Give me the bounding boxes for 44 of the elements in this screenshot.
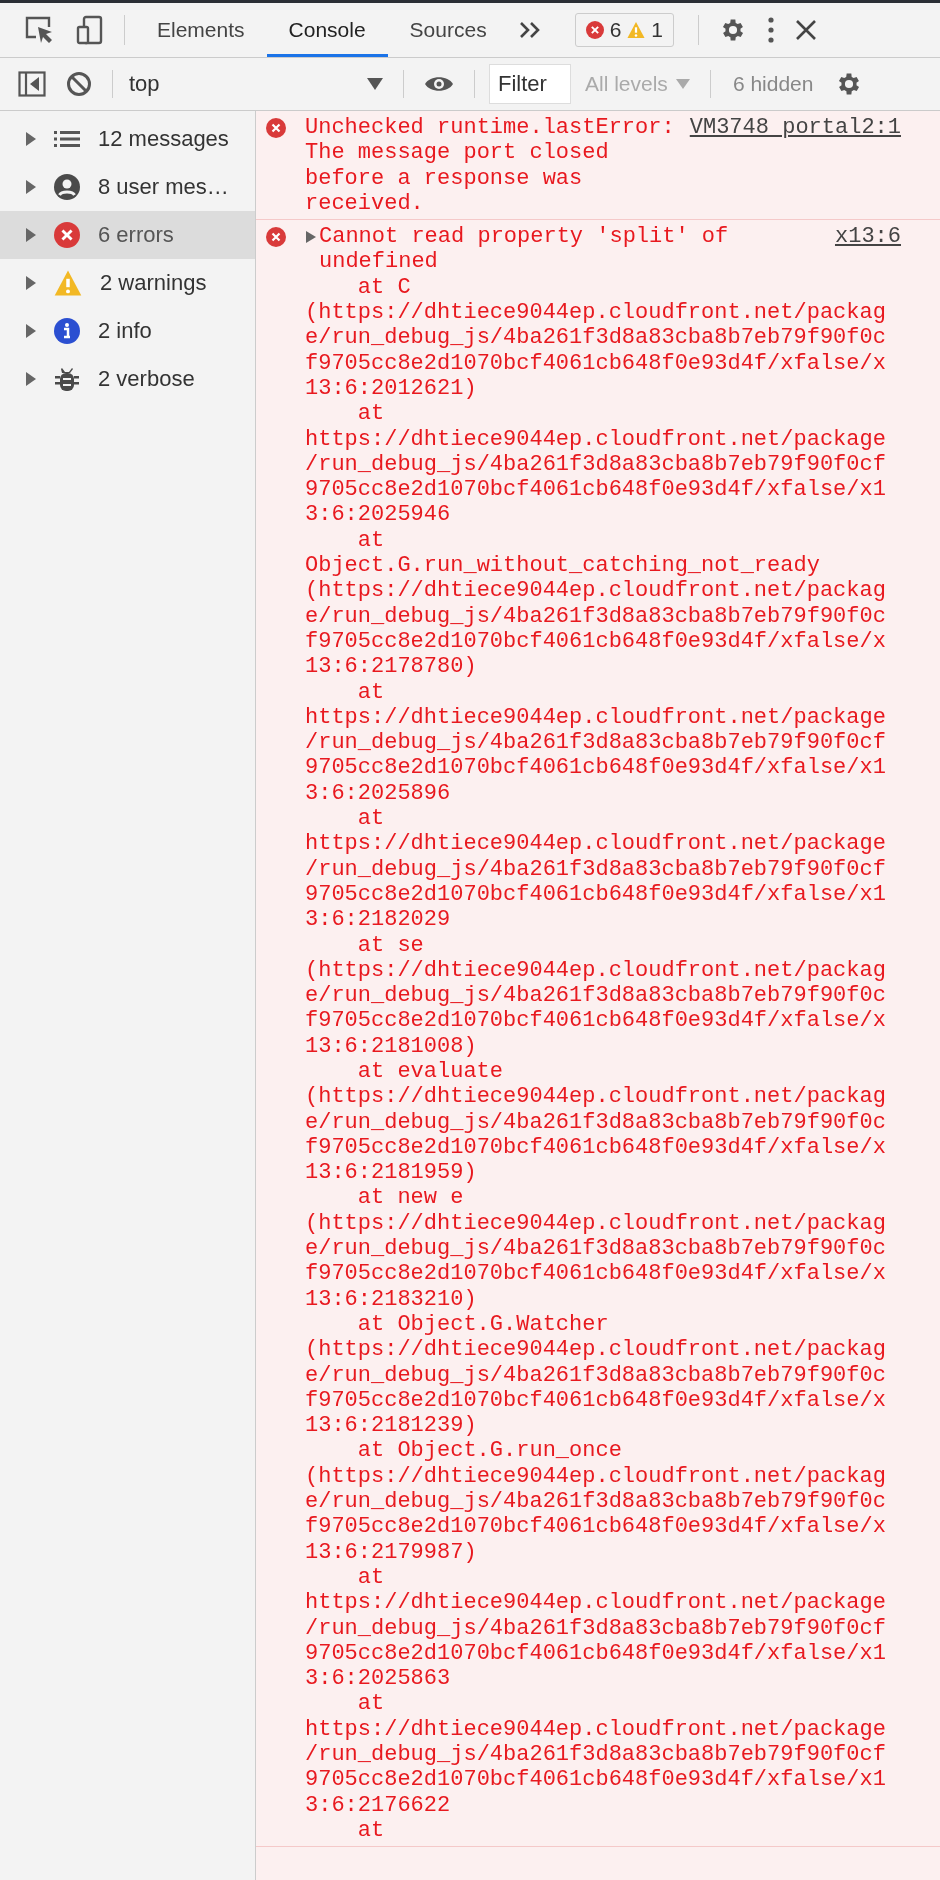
expand-triangle-icon[interactable] — [26, 132, 36, 146]
error-icon — [54, 222, 80, 248]
error-icon — [585, 21, 604, 39]
panel-tab[interactable]: Elements — [135, 3, 267, 57]
stack-frame: at — [305, 1817, 893, 1844]
context-selector[interactable]: top — [123, 58, 393, 110]
expand-triangle-icon[interactable] — [305, 230, 317, 245]
warning-icon — [627, 21, 646, 39]
warning-count: 1 — [651, 18, 664, 42]
bug-icon — [54, 366, 80, 392]
panel-tab[interactable]: Sources — [387, 3, 509, 57]
list-icon — [54, 130, 80, 148]
source-link[interactable]: VM3748 portal2:1 — [689, 115, 901, 141]
sidebar-item[interactable]: 6 errors — [0, 211, 255, 259]
dropdown-caret-icon — [367, 78, 383, 90]
expand-triangle-icon[interactable] — [26, 276, 36, 290]
expand-triangle-icon[interactable] — [26, 228, 36, 242]
stack-frame: at se (https://dhtiece9044ep.cloudfront.net/package/run_debug_js/4ba261f3d8a83cba8b7eb79f90f0cf9705cc8e2d1070bcf4061cb648f0e93d4f/xfalse/x13:6:2181008) — [305, 932, 893, 1059]
stack-frame: at Object.G.run_once (https://dhtiece9044ep.cloudfront.net/package/run_debug_js/4ba261f3d8a83cba8b7eb79f90f0cf9705cc8e2d1070bcf4061cb648f0e93d4f/xfalse/x13:6:2179987) — [305, 1438, 893, 1565]
error-count: 6 — [609, 18, 622, 42]
source-link[interactable]: x13:6 — [835, 224, 901, 250]
hidden-count: 6 hidden — [731, 72, 815, 96]
sidebar-item[interactable]: 12 messages — [0, 115, 255, 163]
stack-frame: at new e (https://dhtiece9044ep.cloudfront.net/package/run_debug_js/4ba261f3d8a83cba8b7eb79f90f0cf9705cc8e2d1070bcf4061cb648f0e93d4f/xfalse/x13:6:2183210) — [305, 1185, 893, 1312]
stack-frame: at C (https://dhtiece9044ep.cloudfront.net/package/run_debug_js/4ba261f3d8a83cba8b7eb79f90f0cf9705cc8e2d1070bcf4061cb648f0e93d4f/xfalse/x13:6:2012621) — [305, 274, 893, 402]
sidebar-item[interactable]: 2 warnings — [0, 259, 255, 307]
warning-icon — [54, 269, 82, 297]
info-icon — [54, 318, 80, 344]
expand-triangle-icon[interactable] — [26, 324, 36, 338]
sidebar-item[interactable]: 8 user mes… — [0, 163, 255, 211]
error-icon — [266, 227, 286, 248]
user-icon — [54, 174, 80, 200]
filter-field[interactable]: Filter — [489, 64, 571, 104]
stack-frame: at evaluate (https://dhtiece9044ep.cloudfront.net/package/run_debug_js/4ba261f3d8a83cba8b7eb79f90f0cf9705cc8e2d1070bcf4061cb648f0e93d4f/xfalse/x13:6:2181959) — [305, 1059, 893, 1186]
issue-counter[interactable]: 6 1 — [574, 13, 675, 47]
expand-triangle-icon[interactable] — [26, 180, 36, 194]
dropdown-caret-icon — [675, 79, 690, 89]
sidebar-item[interactable]: 2 verbose — [0, 355, 255, 403]
error-icon — [266, 118, 286, 138]
stack-frame: at Object.G.run_without_catching_not_ready (https://dhtiece9044ep.cloudfront.net/package/run_debug_js/4ba261f3d8a83cba8b7eb79f90f0cf9705cc8e2d1070bcf4061cb648f0e93d4f/xfalse/x13:6:2178780) — [305, 527, 893, 680]
expand-triangle-icon[interactable] — [26, 372, 36, 386]
stack-frame: at Object.G.Watcher (https://dhtiece9044ep.cloudfront.net/package/run_debug_js/4ba261f3d8a83cba8b7eb79f90f0cf9705cc8e2d1070bcf4061cb648f0e93d4f/xfalse/x13:6:2181239) — [305, 1311, 893, 1439]
sidebar-item[interactable]: 2 info — [0, 307, 255, 355]
error-message: Unchecked runtime.lastError: The message port closed before a response was received. — [305, 115, 676, 217]
